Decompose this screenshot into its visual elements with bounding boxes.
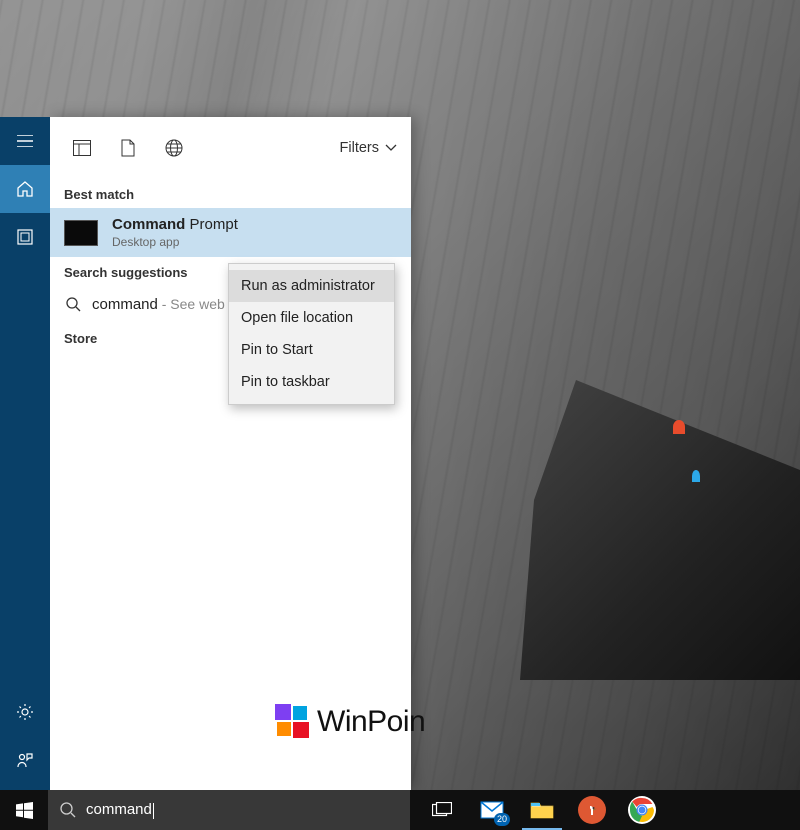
context-menu: Run as administrator Open file location … [228,263,395,405]
rail-feedback-button[interactable] [0,736,50,784]
cmd-thumbnail-icon [64,220,98,246]
filters-button[interactable]: Filters [338,140,399,156]
search-icon [60,802,76,818]
section-best-match: Best match [50,179,411,208]
result-command-prompt[interactable]: Command Prompt Desktop app [50,208,411,257]
taskbar-duckduckgo-button[interactable] [568,790,616,830]
wallpaper-detail [692,470,700,482]
filters-label: Filters [340,140,379,156]
windows-logo-icon [16,802,33,819]
apps-icon [17,229,33,245]
rail-apps-button[interactable] [0,213,50,261]
home-icon [16,180,34,198]
winpoin-logo-icon [275,704,311,740]
watermark-text: WinPoin [317,705,425,739]
chrome-icon [628,796,656,824]
panel-header: Filters [50,117,411,179]
search-input-text: command [86,801,154,818]
folder-icon [530,800,554,820]
taskbar: command 20 [0,790,800,830]
search-icon [64,297,82,312]
scope-web-button[interactable] [154,128,194,168]
start-rail [0,117,50,790]
search-panel: Filters Best match Command Prompt Deskto… [50,117,411,790]
task-view-icon [432,802,452,818]
scope-documents-button[interactable] [108,128,148,168]
watermark: WinPoin [275,704,425,740]
hamburger-button[interactable] [0,117,50,165]
result-subtitle: Desktop app [112,235,238,249]
taskbar-explorer-button[interactable] [518,790,566,830]
document-icon [121,139,135,157]
globe-icon [165,139,183,157]
hamburger-icon [17,135,33,147]
scope-apps-button[interactable] [62,128,102,168]
ctx-pin-to-start[interactable]: Pin to Start [229,334,394,366]
person-speech-icon [16,751,34,769]
result-title: Command Prompt [112,216,238,233]
rail-home-button[interactable] [0,165,50,213]
rail-settings-button[interactable] [0,688,50,736]
window-icon [73,140,91,156]
start-button[interactable] [0,790,48,830]
mail-badge: 20 [494,813,510,826]
ctx-open-file-location[interactable]: Open file location [229,302,394,334]
chevron-down-icon [385,144,397,152]
taskbar-mail-button[interactable]: 20 [468,790,516,830]
duckduckgo-icon [578,796,606,824]
ctx-pin-to-taskbar[interactable]: Pin to taskbar [229,366,394,398]
taskbar-chrome-button[interactable] [618,790,666,830]
wallpaper-detail [673,420,685,434]
taskbar-search-box[interactable]: command [48,790,410,830]
ctx-run-as-admin[interactable]: Run as administrator [229,270,394,302]
task-view-button[interactable] [418,790,466,830]
gear-icon [16,703,34,721]
